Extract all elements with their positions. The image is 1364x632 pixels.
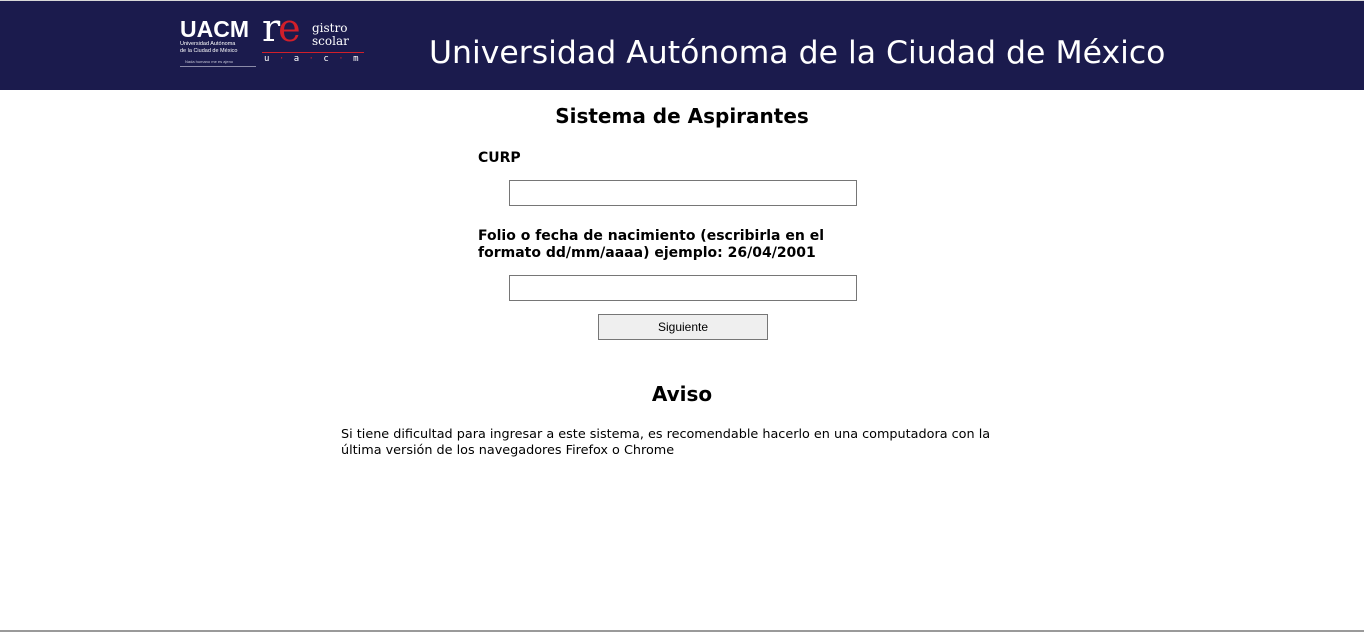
registro-logo-letters: u · a · c · m [264, 54, 360, 64]
uacm-logo-subtitle: Universidad Autónoma de la Ciudad de Méx… [180, 41, 260, 54]
registro-logo-r: r [262, 6, 280, 50]
header-top-border [0, 0, 1364, 1]
aviso-text: Si tiene dificultad para ingresar a este… [341, 427, 991, 458]
uacm-logo[interactable]: UACM Universidad Autónoma de la Ciudad d… [180, 16, 260, 68]
registro-logo-dot: · [308, 54, 316, 64]
uacm-logo-subtitle-line2: de la Ciudad de México [180, 47, 238, 54]
registro-logo-dot: · [338, 54, 346, 64]
registro-logo-letter: m [353, 54, 361, 64]
registro-escolar-logo[interactable]: re gistro scolar u · a · c · m [262, 8, 364, 68]
uacm-logo-motto: Nada humano me es ajeno [185, 59, 234, 64]
folio-label: Folio o fecha de nacimiento (escribirla … [478, 228, 825, 261]
registro-logo-words: gistro scolar [312, 22, 349, 48]
curp-label: CURP [478, 150, 521, 166]
registro-logo-letter: u [264, 54, 272, 64]
registro-logo-red-line [262, 52, 364, 53]
page-title: Sistema de Aspirantes [555, 104, 809, 128]
registro-logo-dot: · [278, 54, 287, 64]
registro-logo-letter: c [323, 54, 331, 64]
uacm-logo-word: UACM [180, 16, 249, 42]
uacm-logo-divider [180, 66, 256, 67]
aviso-title: Aviso [651, 382, 713, 406]
curp-input[interactable] [509, 180, 857, 206]
registro-logo-word2: scolar [312, 34, 349, 48]
folio-input[interactable] [509, 275, 857, 301]
registro-logo-e: e [278, 6, 300, 50]
registro-logo-re: re [262, 6, 301, 50]
siguiente-button[interactable]: Siguiente [598, 314, 768, 340]
registro-logo-letter: a [293, 54, 302, 64]
site-header: UACM Universidad Autónoma de la Ciudad d… [0, 0, 1364, 90]
site-title: Universidad Autónoma de la Ciudad de Méx… [429, 35, 1166, 71]
